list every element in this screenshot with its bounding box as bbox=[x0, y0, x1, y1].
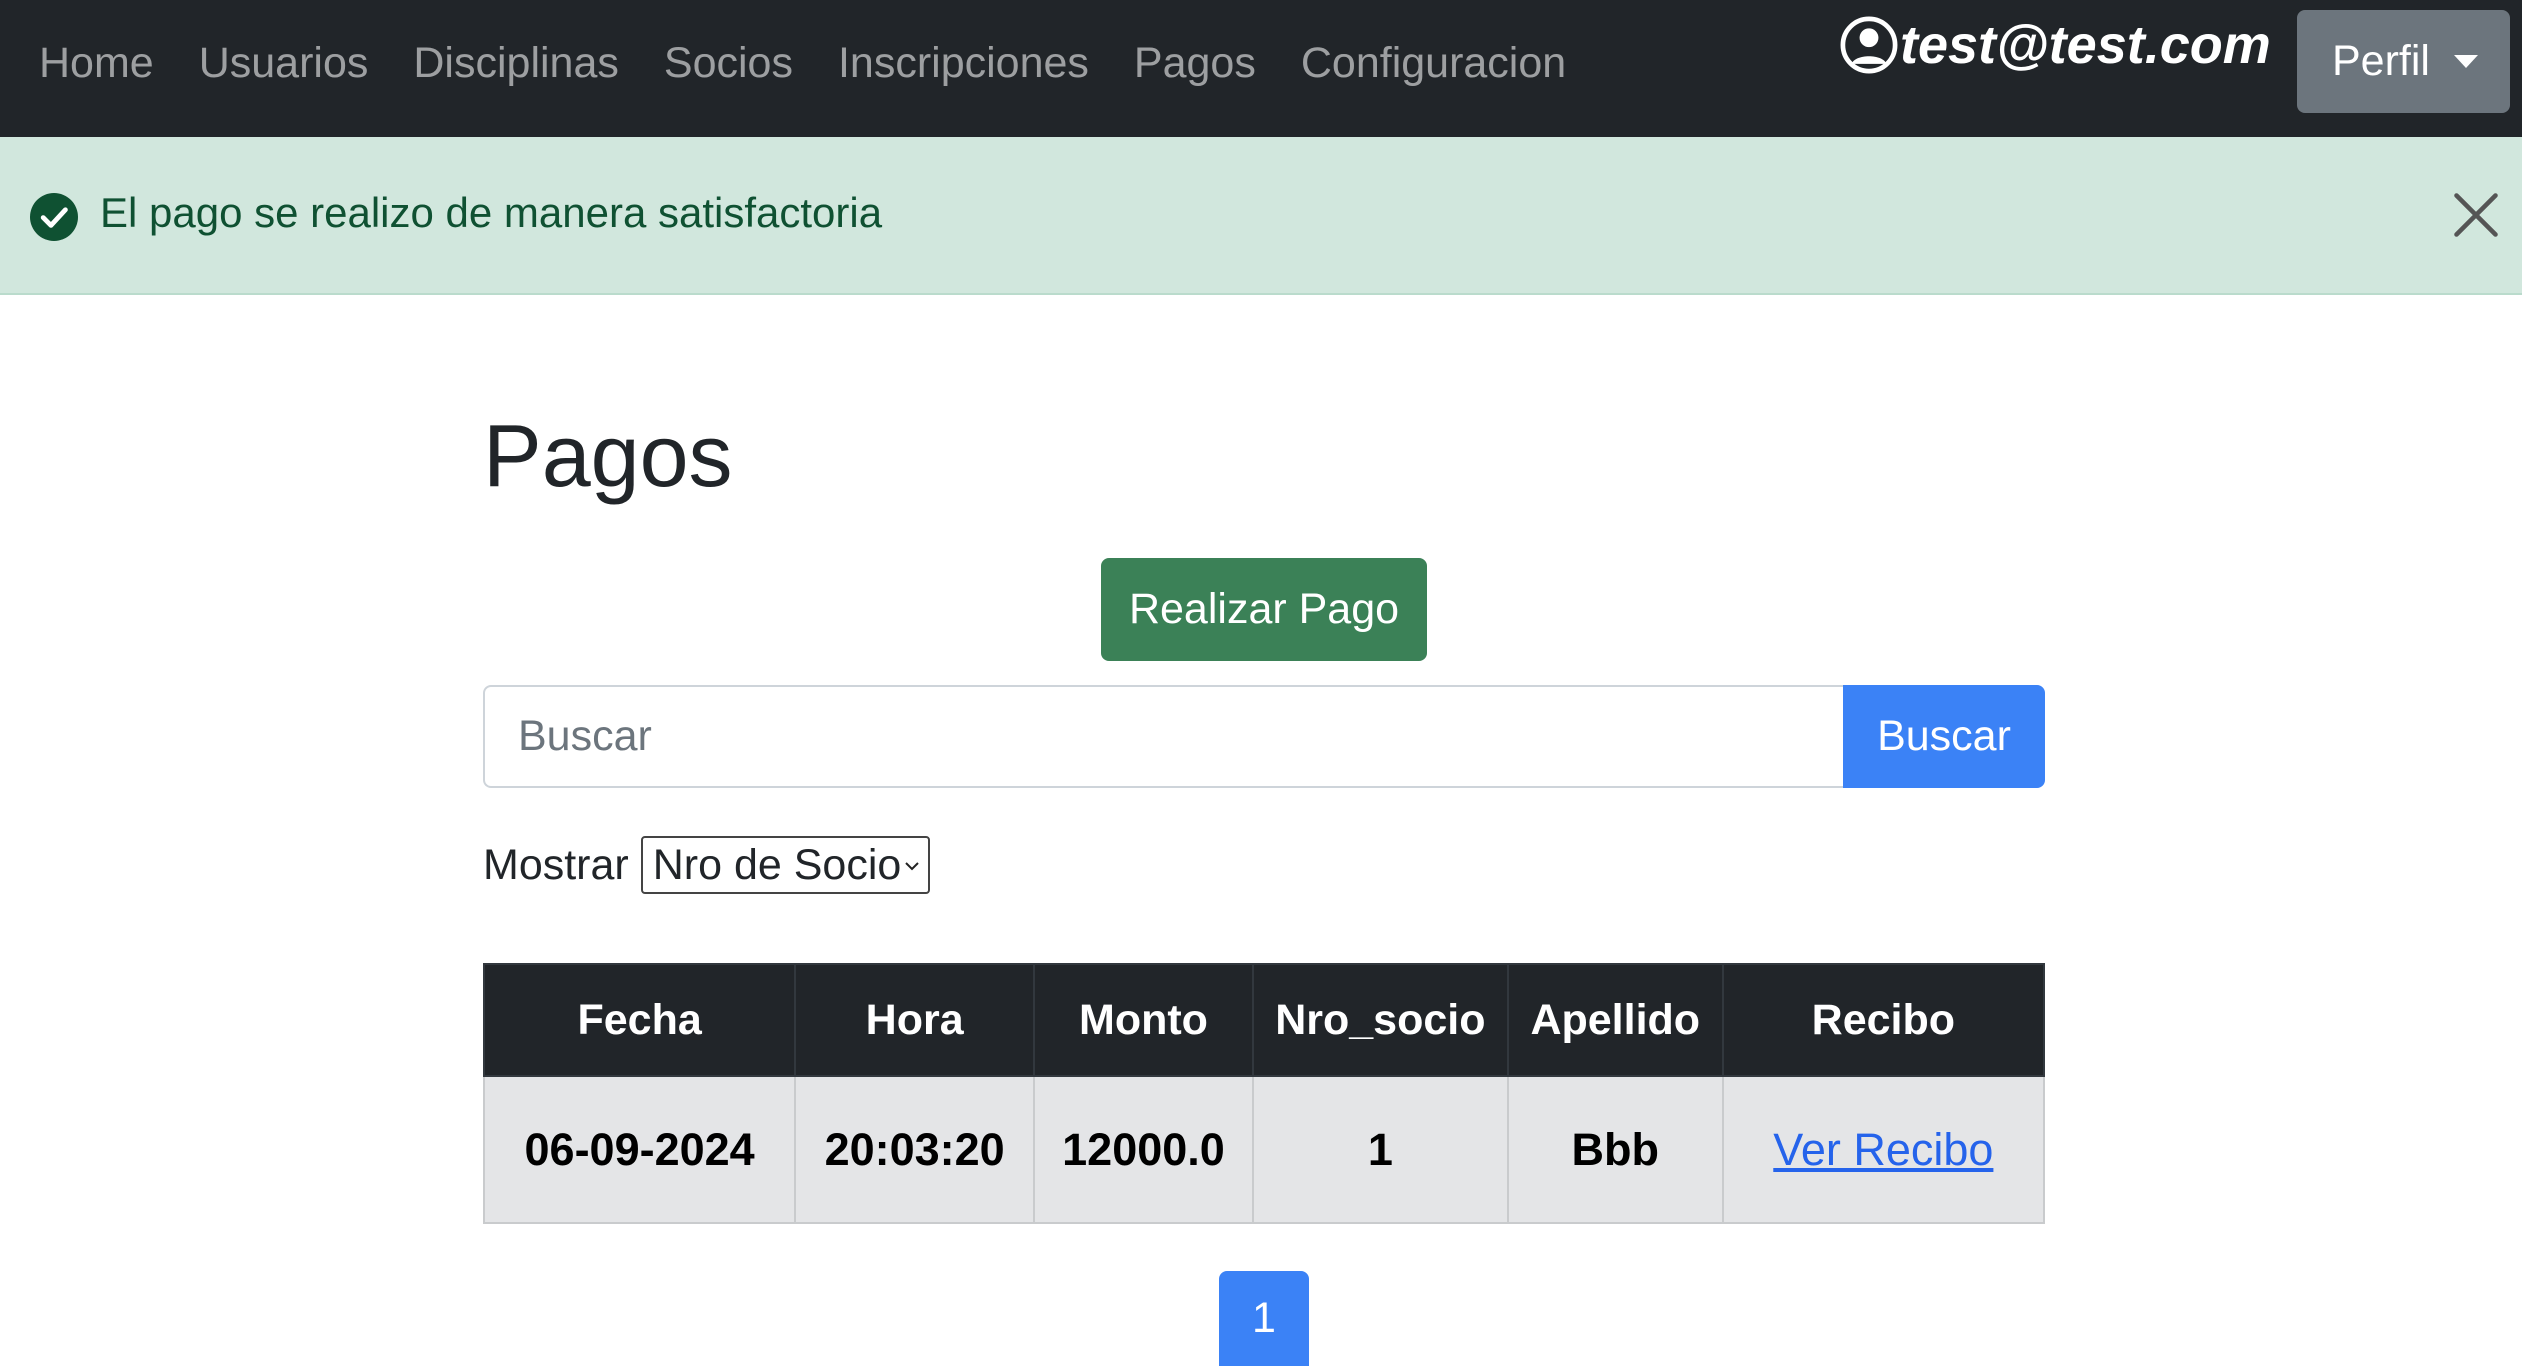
nav-link-pagos[interactable]: Pagos bbox=[1134, 39, 1256, 88]
person-circle-icon bbox=[1840, 16, 1898, 74]
cell-monto: 12000.0 bbox=[1033, 1075, 1254, 1224]
nav-link-disciplinas[interactable]: Disciplinas bbox=[413, 39, 619, 88]
column-header-nro-socio: Nro_socio bbox=[1251, 963, 1509, 1077]
column-header-hora: Hora bbox=[794, 963, 1036, 1077]
nav-link-configuracion[interactable]: Configuracion bbox=[1301, 39, 1566, 88]
page-title: Pagos bbox=[483, 406, 733, 505]
cell-nro-socio: 1 bbox=[1251, 1075, 1509, 1224]
table-header-row: Fecha Hora Monto Nro_socio Apellido Reci… bbox=[482, 963, 2046, 1077]
close-icon[interactable] bbox=[2450, 189, 2502, 241]
search-group: Buscar bbox=[483, 685, 2045, 788]
nav-link-inscripciones[interactable]: Inscripciones bbox=[838, 39, 1089, 88]
payments-table: Fecha Hora Monto Nro_socio Apellido Reci… bbox=[482, 963, 2046, 1224]
cell-fecha: 06-09-2024 bbox=[482, 1075, 797, 1224]
alert-message: El pago se realizo de manera satisfactor… bbox=[100, 189, 883, 236]
show-filter: Mostrar Nro de Socio bbox=[483, 835, 930, 895]
nav-link-socios[interactable]: Socios bbox=[664, 39, 793, 88]
ver-recibo-link[interactable]: Ver Recibo bbox=[1773, 1124, 1993, 1175]
profile-label: Perfil bbox=[2332, 37, 2430, 85]
nav-link-usuarios[interactable]: Usuarios bbox=[199, 39, 369, 88]
cell-apellido: Bbb bbox=[1506, 1075, 1724, 1224]
caret-down-icon bbox=[2453, 55, 2478, 68]
column-header-apellido: Apellido bbox=[1506, 963, 1724, 1077]
cell-recibo: Ver Recibo bbox=[1721, 1075, 2046, 1224]
table-row: 06-09-2024 20:03:20 12000.0 1 Bbb Ver Re… bbox=[482, 1075, 2046, 1224]
show-label: Mostrar bbox=[483, 840, 629, 889]
search-button[interactable]: Buscar bbox=[1843, 685, 2045, 788]
cell-hora: 20:03:20 bbox=[794, 1075, 1036, 1224]
show-select-value: Nro de Socio bbox=[652, 840, 902, 889]
chevron-down-icon bbox=[905, 862, 919, 871]
column-header-monto: Monto bbox=[1033, 963, 1254, 1077]
show-select[interactable]: Nro de Socio bbox=[640, 836, 930, 894]
check-circle-icon bbox=[30, 193, 78, 241]
realizar-pago-button[interactable]: Realizar Pago bbox=[1101, 558, 1427, 661]
success-alert: El pago se realizo de manera satisfactor… bbox=[0, 137, 2522, 295]
top-navbar: Home Usuarios Disciplinas Socios Inscrip… bbox=[0, 0, 2522, 137]
pagination-page-1[interactable]: 1 bbox=[1219, 1271, 1309, 1366]
nav-links: Home Usuarios Disciplinas Socios Inscrip… bbox=[39, 0, 1566, 127]
column-header-recibo: Recibo bbox=[1721, 963, 2046, 1077]
nav-link-home[interactable]: Home bbox=[39, 39, 154, 88]
current-user: test@test.com bbox=[1840, 10, 2271, 80]
column-header-fecha: Fecha bbox=[482, 963, 797, 1077]
search-input[interactable] bbox=[483, 685, 1843, 788]
profile-dropdown-button[interactable]: Perfil bbox=[2297, 10, 2510, 113]
user-email: test@test.com bbox=[1900, 15, 2271, 75]
